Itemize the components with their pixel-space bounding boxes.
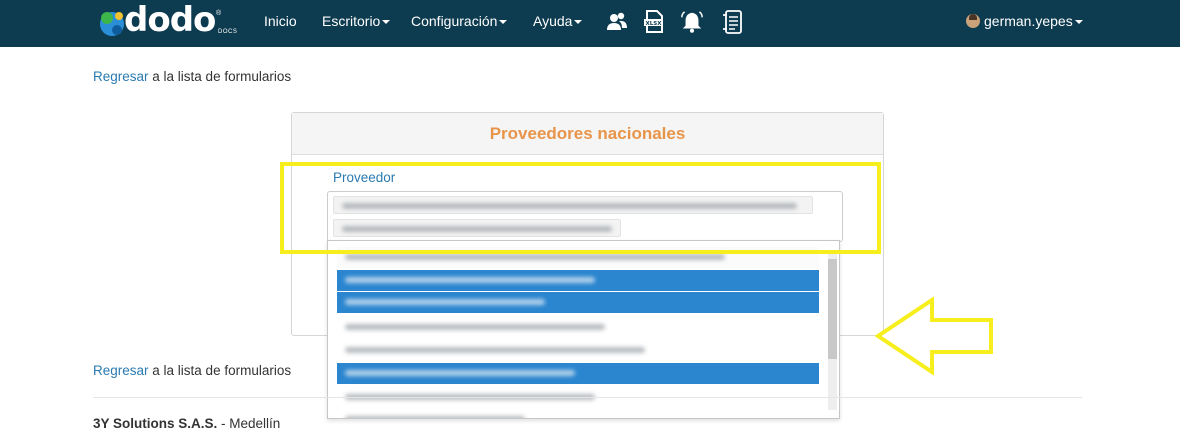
back-link[interactable]: Regresar	[93, 69, 149, 84]
back-link-row-bottom: Regresar a la lista de formularios	[93, 363, 291, 378]
back-link-suffix: a la lista de formularios	[148, 69, 292, 84]
user-name: german.yepes	[984, 13, 1073, 29]
back-link-row-top: Regresar a la lista de formularios	[93, 69, 291, 84]
dodo-logo-icon	[100, 12, 124, 36]
list-item-selected[interactable]	[337, 292, 819, 313]
nav-configuracion-label: Configuración	[411, 13, 498, 29]
chevron-down-icon	[499, 20, 508, 25]
list-item-selected[interactable]	[337, 363, 819, 384]
users-icon[interactable]	[605, 9, 629, 35]
nav-configuracion[interactable]: Configuración	[411, 13, 508, 29]
blurred-text	[345, 324, 605, 330]
highlight-box-annotation	[280, 162, 881, 254]
list-item[interactable]	[337, 317, 819, 338]
blurred-text	[345, 299, 545, 305]
list-item[interactable]	[337, 409, 819, 418]
avatar	[966, 14, 980, 28]
chevron-down-icon	[574, 20, 583, 25]
blurred-text	[345, 254, 725, 260]
blurred-text	[345, 277, 595, 283]
logo-text: dodo	[124, 0, 216, 40]
logo-subtitle: DOCS	[218, 29, 238, 35]
blurred-text	[345, 416, 525, 418]
logo[interactable]: dodo ® DOCS	[97, 0, 242, 42]
arrow-left-annotation-icon	[874, 296, 993, 376]
company-name: 3Y Solutions S.A.S.	[93, 416, 218, 431]
nav-ayuda-label: Ayuda	[533, 13, 573, 29]
svg-text:XLSX: XLSX	[646, 21, 663, 27]
scrollbar[interactable]	[828, 253, 837, 410]
xlsx-file-icon[interactable]: XLSX	[642, 9, 666, 35]
list-item[interactable]	[337, 340, 819, 361]
list-item-selected[interactable]	[337, 270, 819, 291]
blurred-text	[345, 370, 575, 376]
company-city: Medellín	[229, 416, 281, 431]
proveedor-options-list[interactable]	[327, 240, 840, 419]
chevron-down-icon	[1074, 20, 1083, 25]
nav-escritorio[interactable]: Escritorio	[322, 13, 391, 29]
back-link-suffix: a la lista de formularios	[148, 363, 292, 378]
form-title: Proveedores nacionales	[292, 113, 883, 155]
footer-separator: -	[217, 416, 230, 431]
nav-escritorio-label: Escritorio	[322, 13, 381, 29]
scroll-thumb[interactable]	[828, 259, 837, 359]
nav-ayuda[interactable]: Ayuda	[533, 13, 583, 29]
footer: 3Y Solutions S.A.S. - Medellín	[93, 416, 280, 431]
bell-icon[interactable]	[680, 9, 704, 35]
back-link[interactable]: Regresar	[93, 363, 149, 378]
document-list-icon[interactable]	[721, 9, 745, 35]
nav-inicio[interactable]: Inicio	[264, 13, 297, 29]
divider	[93, 397, 1082, 398]
blurred-text	[345, 347, 645, 353]
navbar: dodo ® DOCS Inicio Escritorio Configurac…	[0, 0, 1180, 47]
chevron-down-icon	[382, 20, 391, 25]
user-menu[interactable]: german.yepes	[966, 13, 1083, 29]
logo-registered-mark: ®	[216, 10, 222, 17]
